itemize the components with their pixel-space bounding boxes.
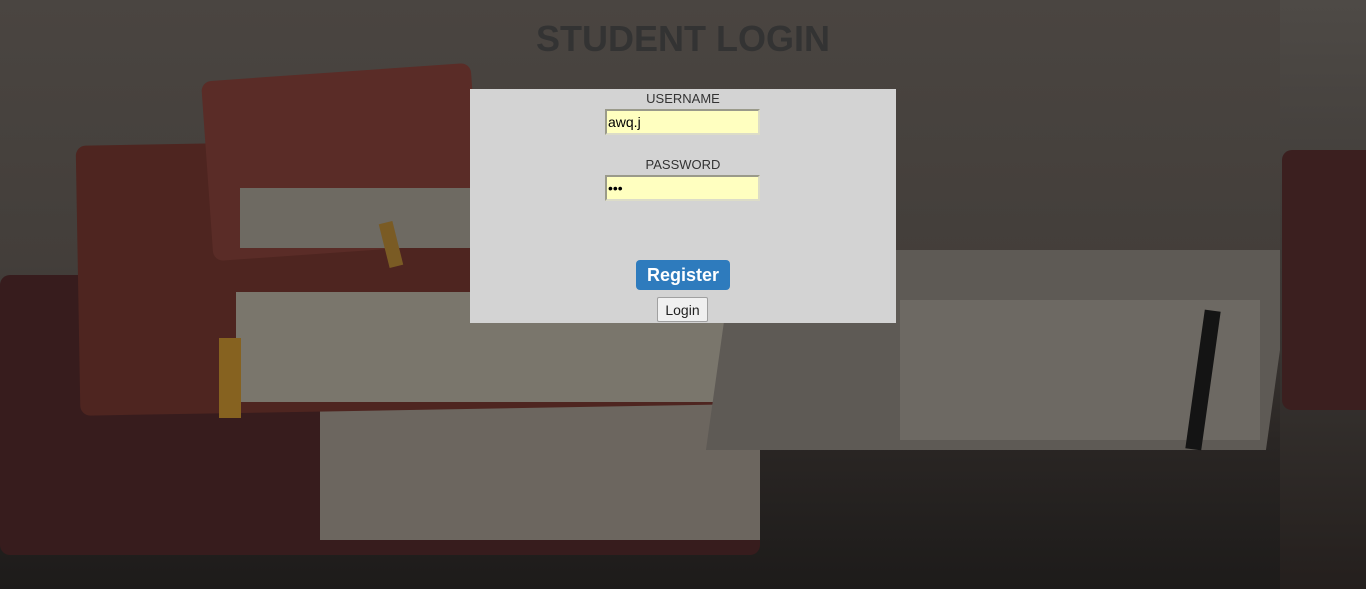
- book-edge: [1282, 150, 1366, 410]
- password-label: PASSWORD: [645, 157, 721, 172]
- login-button[interactable]: Login: [657, 297, 708, 322]
- book-bottom-pages: [320, 390, 760, 540]
- username-input[interactable]: [605, 109, 760, 135]
- book-top-pages: [240, 188, 480, 248]
- page-title: STUDENT LOGIN: [536, 18, 830, 59]
- login-form: USERNAME PASSWORD Register Login: [470, 89, 896, 323]
- bookmark-ribbon: [219, 338, 241, 418]
- register-button[interactable]: Register: [636, 260, 730, 290]
- username-label: USERNAME: [646, 91, 720, 106]
- password-input[interactable]: [605, 175, 760, 201]
